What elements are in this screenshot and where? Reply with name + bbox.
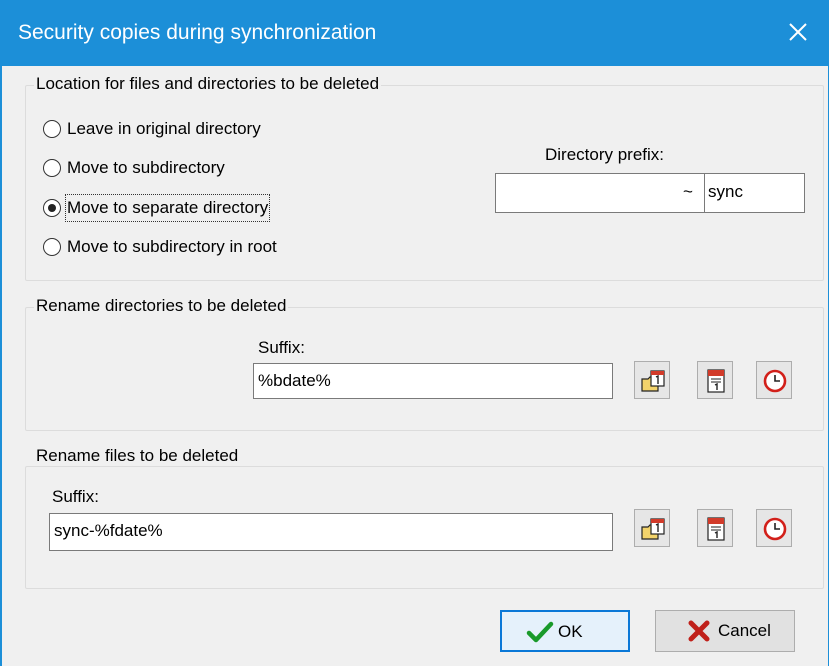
- folder-calendar-icon: [641, 370, 665, 392]
- rename-files-legend: Rename files to be deleted: [34, 446, 241, 466]
- directory-prefix-label: Directory prefix:: [545, 145, 665, 164]
- cancel-button[interactable]: Cancel: [655, 610, 795, 652]
- calendar-icon: [707, 517, 725, 541]
- clock-icon: [763, 369, 787, 393]
- x-mark-icon: [688, 620, 710, 642]
- prefix-value-input[interactable]: sync: [708, 182, 743, 202]
- insert-time-button-dirs[interactable]: [756, 361, 792, 399]
- close-button[interactable]: [778, 12, 818, 52]
- close-icon: [789, 23, 807, 41]
- radio-label: Move to separate directory: [64, 194, 271, 222]
- calendar-icon: [707, 369, 725, 393]
- radio-label: Leave in original directory: [67, 119, 261, 138]
- radio-button[interactable]: [43, 120, 61, 138]
- prefix-separator-text: ~: [683, 182, 693, 201]
- radio-label: Move to subdirectory in root: [67, 237, 277, 256]
- files-suffix-input[interactable]: sync-%fdate%: [49, 513, 613, 551]
- window-frame-left: [0, 66, 2, 666]
- ok-button[interactable]: OK: [500, 610, 630, 652]
- radio-label: Move to subdirectory: [67, 158, 225, 177]
- radio-dot: [48, 204, 56, 212]
- title-bar: Security copies during synchronization: [0, 0, 829, 66]
- radio-button[interactable]: [43, 159, 61, 177]
- insert-date-button-dirs[interactable]: [634, 361, 670, 399]
- insert-time-button-files[interactable]: [756, 509, 792, 547]
- insert-date-button-files[interactable]: [634, 509, 670, 547]
- cancel-button-label: Cancel: [718, 621, 771, 640]
- window-title: Security copies during synchronization: [18, 21, 377, 44]
- folder-calendar-icon: [641, 518, 665, 540]
- insert-calendar-date-button-files[interactable]: [697, 509, 733, 547]
- checkmark-icon: [526, 621, 554, 643]
- location-group-legend: Location for files and directories to be…: [34, 74, 382, 94]
- radio-button-selected[interactable]: [43, 199, 61, 217]
- ok-button-label: OK: [558, 622, 583, 641]
- insert-calendar-date-button-dirs[interactable]: [697, 361, 733, 399]
- directories-suffix-input[interactable]: %bdate%: [253, 363, 613, 399]
- clock-icon: [763, 517, 787, 541]
- prefix-divider: [704, 174, 705, 212]
- directory-prefix-field[interactable]: ~ sync: [495, 173, 805, 213]
- files-suffix-label: Suffix:: [52, 487, 99, 506]
- rename-directories-legend: Rename directories to be deleted: [34, 296, 289, 316]
- radio-button[interactable]: [43, 238, 61, 256]
- directories-suffix-label: Suffix:: [258, 338, 305, 357]
